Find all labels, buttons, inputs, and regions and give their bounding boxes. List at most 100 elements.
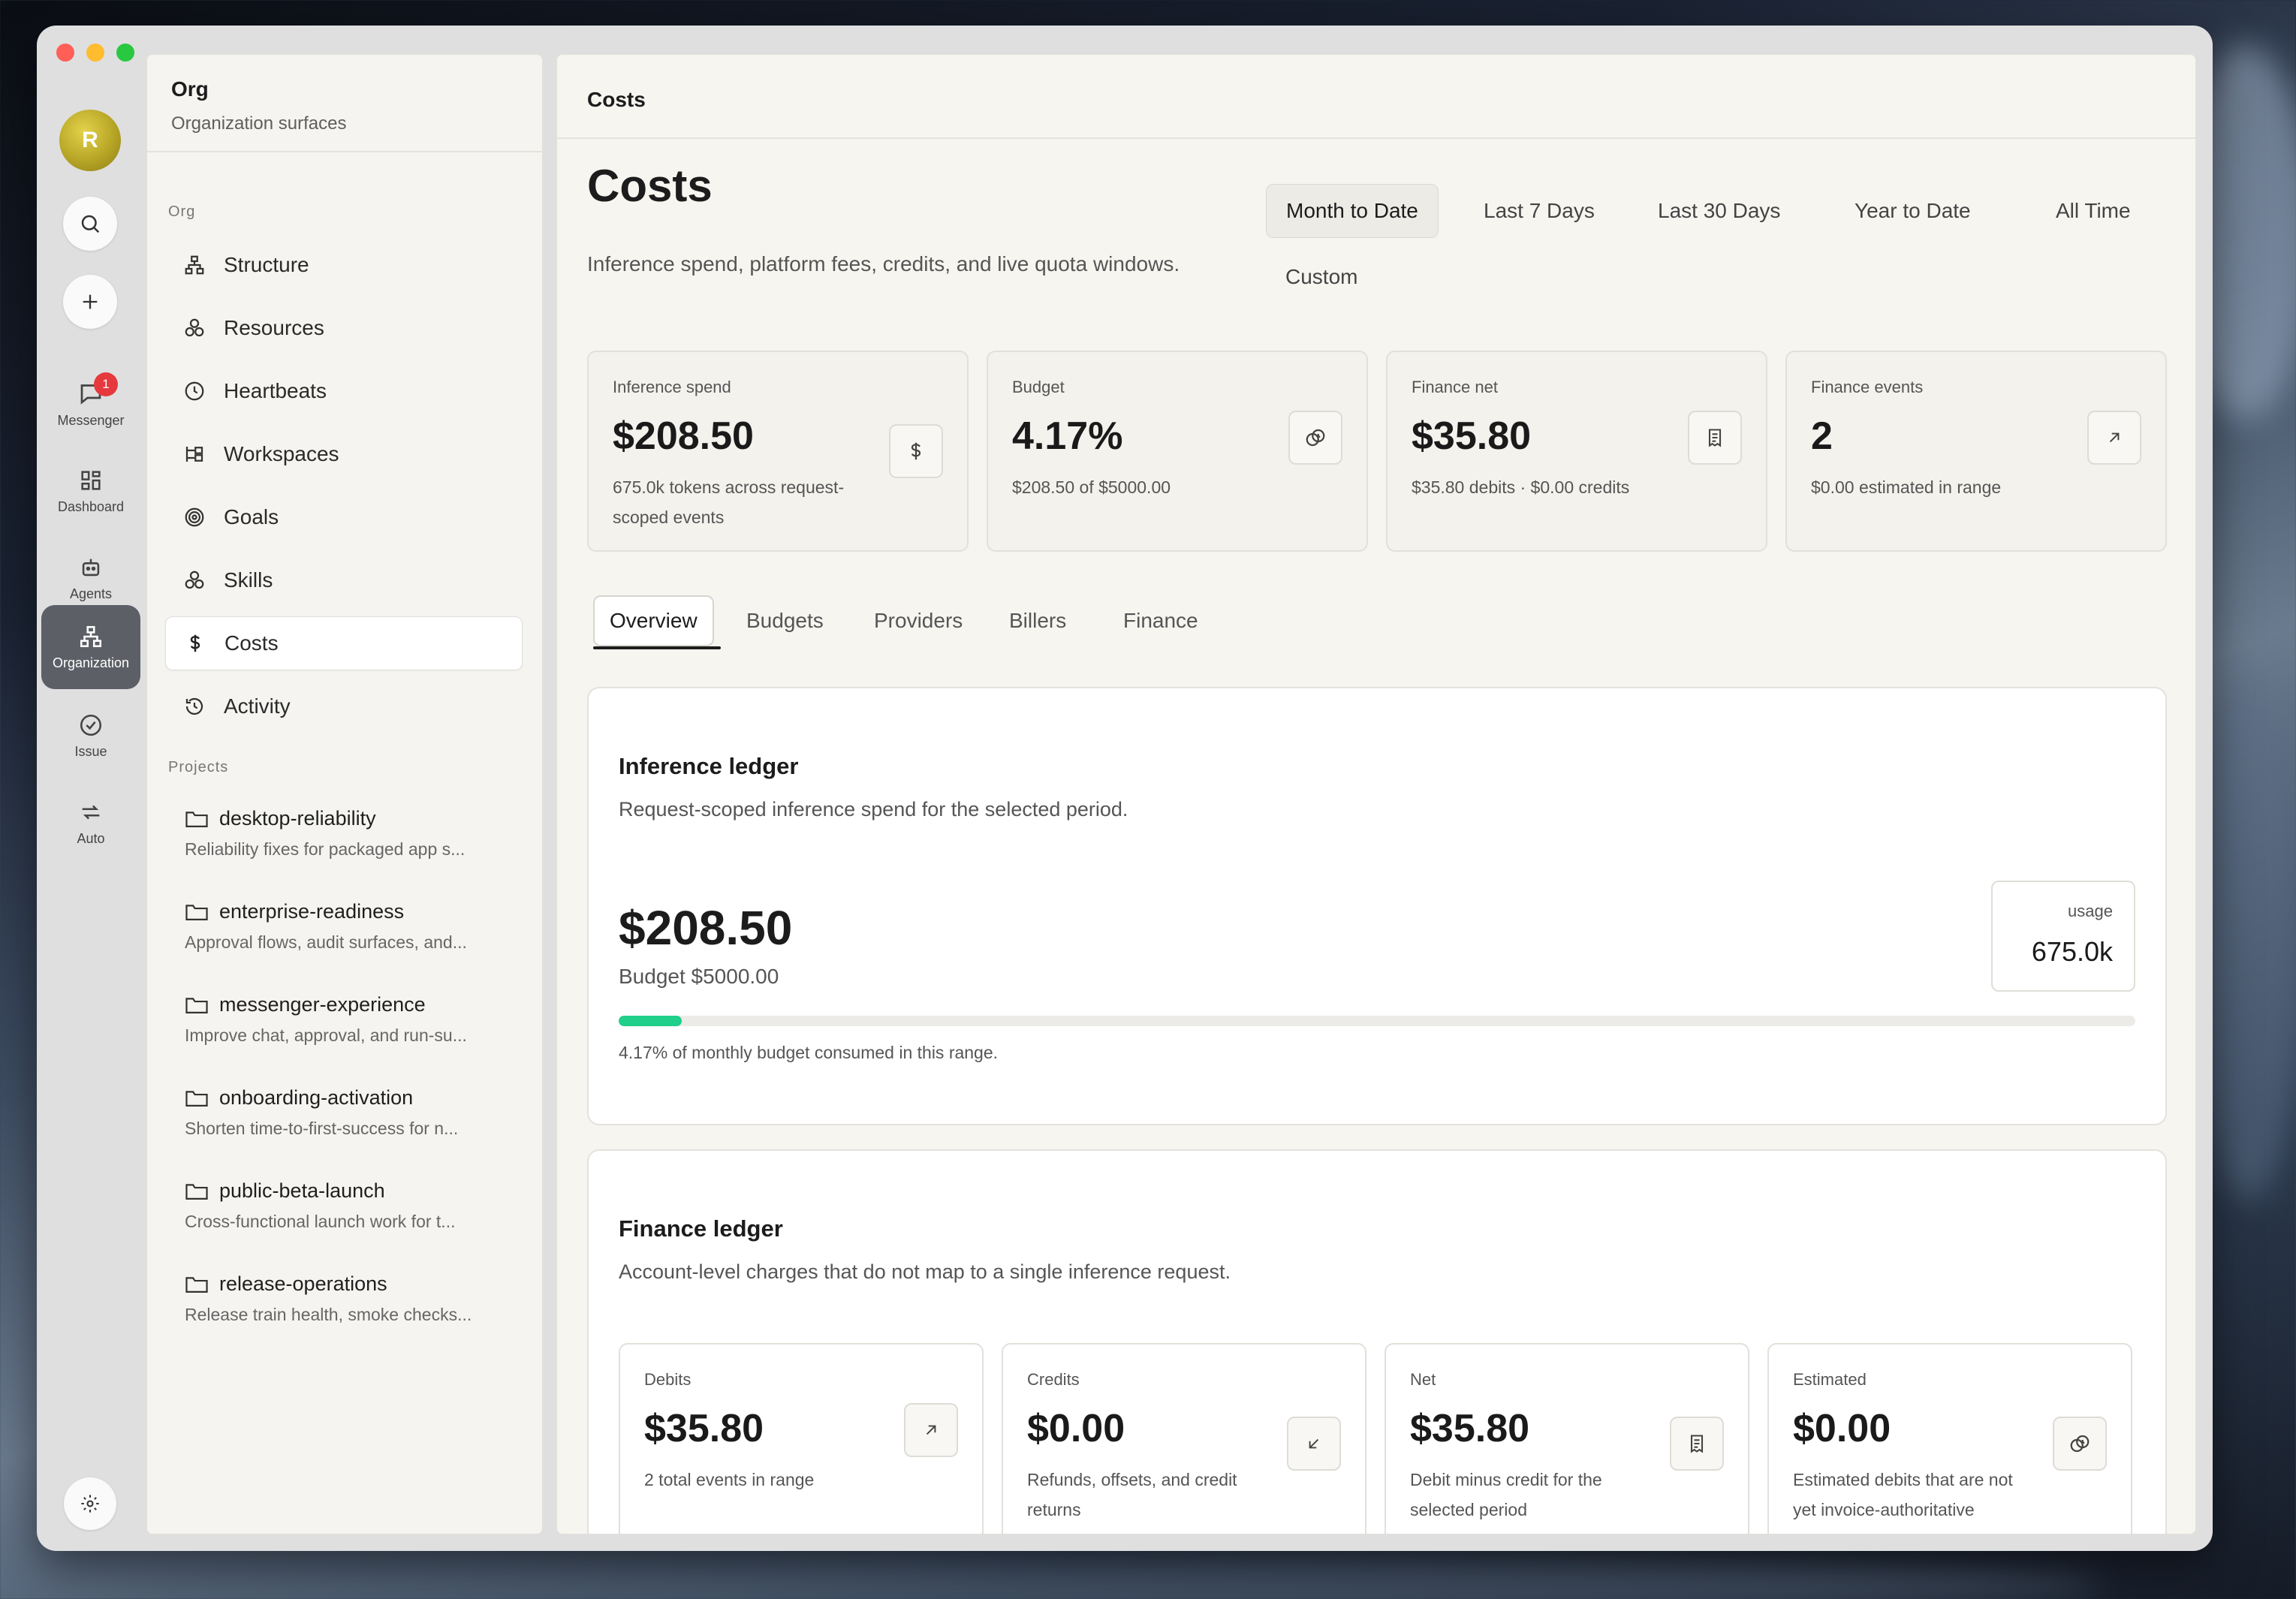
tab-overview[interactable]: Overview	[593, 595, 714, 646]
project-description: Reliability fixes for packaged app s...	[185, 839, 466, 859]
coins-icon	[1288, 411, 1342, 465]
project-description: Improve chat, approval, and run-su...	[185, 1025, 467, 1045]
project-item[interactable]: public-beta-launch Cross-functional laun…	[185, 1179, 523, 1232]
range-month-to-date[interactable]: Month to Date	[1266, 184, 1439, 238]
tab-providers[interactable]: Providers	[859, 595, 978, 646]
rail-item-organization[interactable]: Organization	[41, 605, 140, 689]
usage-label: usage	[2068, 902, 2113, 920]
project-name: desktop-reliability	[219, 807, 376, 830]
panel-description: Account-level charges that do not map to…	[619, 1260, 1231, 1283]
tab-billers[interactable]: Billers	[994, 595, 1081, 646]
sidebar-item-skills[interactable]: Skills	[165, 553, 523, 607]
inference-ledger-panel: Inference ledger Request-scoped inferenc…	[587, 687, 2167, 1125]
rail-item-messenger[interactable]: Messenger 1	[41, 362, 140, 446]
sidebar-item-workspaces[interactable]: Workspaces	[165, 427, 523, 481]
project-item[interactable]: desktop-reliability Reliability fixes fo…	[185, 807, 523, 860]
stat-card-inference-spend: Inference spend $208.50 675.0k tokens ac…	[587, 351, 969, 552]
tab-finance[interactable]: Finance	[1108, 595, 1213, 646]
arrow-down-left-icon	[1287, 1417, 1341, 1471]
gear-icon	[81, 1495, 99, 1513]
folder-icon	[185, 1183, 208, 1200]
repeat-icon	[82, 805, 100, 819]
search-button[interactable]	[63, 197, 117, 251]
panel-title: Finance ledger	[619, 1215, 783, 1242]
stat-label: Debits	[644, 1370, 692, 1389]
project-description: Approval flows, audit surfaces, and...	[185, 932, 467, 952]
sidebar-subtitle: Organization surfaces	[171, 113, 347, 134]
sidebar-item-label: Structure	[224, 253, 309, 276]
background-cloud	[150, 1554, 2102, 1599]
skills-icon	[185, 571, 204, 589]
sidebar-item-activity[interactable]: Activity	[165, 679, 523, 733]
sidebar-item-goals[interactable]: Goals	[165, 490, 523, 544]
budget-progress-fill	[619, 1016, 682, 1026]
page-description: Inference spend, platform fees, credits,…	[587, 252, 1180, 276]
project-item[interactable]: messenger-experience Improve chat, appro…	[185, 993, 523, 1046]
sidebar-item-costs[interactable]: Costs	[165, 616, 523, 670]
resources-icon	[185, 318, 204, 337]
stat-label: Estimated	[1793, 1370, 1867, 1389]
sidebar-item-label: Goals	[224, 505, 279, 528]
stat-subtext: Refunds, offsets, and credit returns	[1027, 1470, 1237, 1519]
stat-subtext: 2 total events in range	[644, 1470, 815, 1489]
tab-budgets[interactable]: Budgets	[731, 595, 839, 646]
sidebar-item-label: Resources	[224, 316, 324, 339]
stat-subtext: Estimated debits that are not yet invoic…	[1793, 1470, 2013, 1519]
stat-subtext: $0.00 estimated in range	[1811, 477, 2002, 497]
dollar-icon	[190, 634, 200, 652]
plus-icon	[83, 294, 98, 309]
workspaces-icon	[185, 447, 203, 462]
progress-note: 4.17% of monthly budget consumed in this…	[619, 1043, 999, 1062]
rail-item-auto[interactable]: Auto	[41, 781, 140, 865]
stat-label: Credits	[1027, 1370, 1080, 1389]
range-last-7-days[interactable]: Last 7 Days	[1464, 184, 1614, 238]
project-item[interactable]: enterprise-readiness Approval flows, aud…	[185, 900, 523, 953]
rail-item-issue[interactable]: Issue	[41, 694, 140, 778]
range-custom[interactable]: Custom	[1266, 250, 1377, 304]
main-panel: Costs Costs Inference spend, platform fe…	[556, 54, 2196, 1534]
stat-card-budget: Budget 4.17% $208.50 of $5000.00	[987, 351, 1368, 552]
usage-box: usage 675.0k	[1991, 881, 2135, 992]
settings-button[interactable]	[64, 1477, 116, 1530]
active-tab-indicator	[593, 646, 721, 649]
range-last-30-days[interactable]: Last 30 Days	[1638, 184, 1800, 238]
stat-subtext: $35.80 debits · $0.00 credits	[1412, 477, 1630, 497]
sidebar-item-structure[interactable]: Structure	[165, 238, 523, 292]
finance-card-estimated: Estimated $0.00 Estimated debits that ar…	[1767, 1343, 2132, 1534]
stat-label: Inference spend	[613, 378, 731, 396]
finance-ledger-panel: Finance ledger Account-level charges tha…	[587, 1149, 2167, 1534]
avatar[interactable]: R	[59, 110, 121, 171]
project-description: Shorten time-to-first-success for n...	[185, 1119, 459, 1138]
page-title: Costs	[587, 161, 713, 211]
stat-label: Finance net	[1412, 378, 1498, 396]
sidebar-item-label: Costs	[224, 631, 279, 655]
project-item[interactable]: release-operations Release train health,…	[185, 1272, 523, 1325]
check-circle-icon	[80, 714, 102, 736]
stat-card-finance-net: Finance net $35.80 $35.80 debits · $0.00…	[1386, 351, 1767, 552]
stat-subtext: Debit minus credit for the selected peri…	[1410, 1470, 1602, 1519]
stat-label: Budget	[1012, 378, 1065, 396]
new-button[interactable]	[63, 275, 117, 329]
sidebar-item-resources[interactable]: Resources	[165, 301, 523, 355]
range-all-time[interactable]: All Time	[2036, 184, 2150, 238]
project-name: messenger-experience	[219, 993, 426, 1016]
rail-item-dashboard[interactable]: Dashboard	[41, 449, 140, 533]
target-icon	[185, 507, 204, 527]
stat-subtext: 675.0k tokens across request-scoped even…	[613, 477, 845, 527]
receipt-icon	[1688, 411, 1742, 465]
org-sidebar: Org Organization surfaces Org Structure …	[146, 54, 543, 1534]
nav-rail: R Messenger 1 Dashboard Agents Organizat…	[37, 26, 146, 1551]
panel-description: Request-scoped inference spend for the s…	[619, 798, 1128, 821]
sidebar-item-heartbeats[interactable]: Heartbeats	[165, 364, 523, 418]
stat-card-finance-events: Finance events 2 $0.00 estimated in rang…	[1785, 351, 2167, 552]
org-chart-icon	[80, 625, 102, 647]
structure-icon	[185, 255, 204, 275]
sidebar-item-label: Heartbeats	[224, 379, 327, 402]
project-name: public-beta-launch	[219, 1179, 385, 1202]
rail-label: Issue	[74, 743, 107, 759]
range-year-to-date[interactable]: Year to Date	[1835, 184, 1990, 238]
sidebar-item-label: Activity	[224, 694, 291, 718]
project-description: Release train health, smoke checks...	[185, 1305, 472, 1324]
project-item[interactable]: onboarding-activation Shorten time-to-fi…	[185, 1086, 523, 1139]
sidebar-title: Org	[171, 77, 209, 101]
